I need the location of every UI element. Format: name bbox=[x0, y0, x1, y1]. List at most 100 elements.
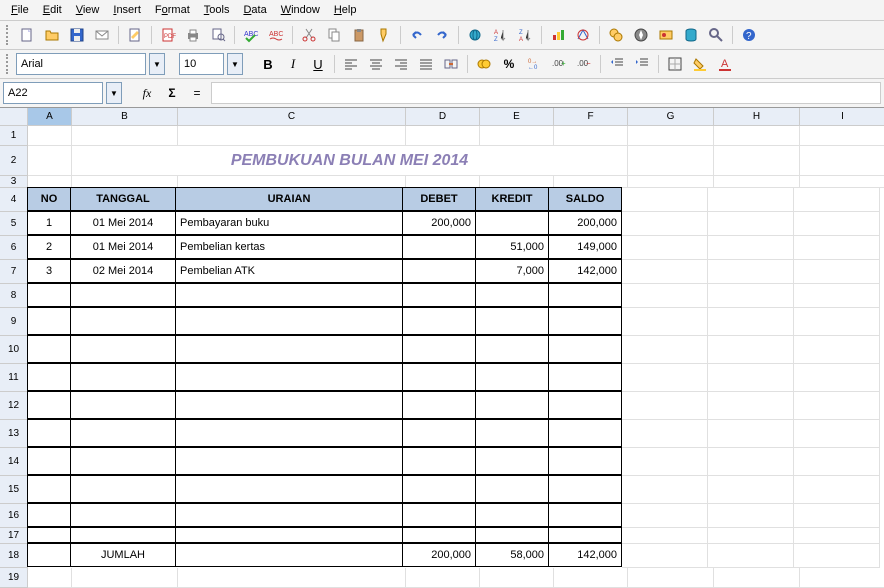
cell[interactable] bbox=[178, 568, 406, 588]
col-header[interactable]: D bbox=[406, 108, 480, 126]
total-label[interactable]: JUMLAH bbox=[70, 543, 176, 567]
number-std-icon[interactable]: 0→←0 bbox=[523, 53, 545, 75]
equals-icon[interactable]: = bbox=[186, 82, 208, 104]
save-icon[interactable] bbox=[66, 24, 88, 46]
font-dropdown-icon[interactable]: ▼ bbox=[149, 53, 165, 75]
remove-decimal-icon[interactable]: .00− bbox=[573, 53, 595, 75]
find-icon[interactable] bbox=[605, 24, 627, 46]
table-cell[interactable] bbox=[70, 475, 176, 503]
cell[interactable] bbox=[800, 176, 884, 188]
print-preview-icon[interactable] bbox=[207, 24, 229, 46]
table-cell[interactable]: 01 Mei 2014 bbox=[70, 211, 176, 235]
cell[interactable] bbox=[714, 176, 800, 188]
cell[interactable] bbox=[622, 476, 708, 504]
cell[interactable] bbox=[794, 420, 880, 448]
col-header[interactable]: C bbox=[178, 108, 406, 126]
col-header[interactable]: B bbox=[72, 108, 178, 126]
table-header[interactable]: URAIAN bbox=[175, 187, 403, 211]
cell[interactable] bbox=[708, 284, 794, 308]
total-debet[interactable]: 200,000 bbox=[402, 543, 476, 567]
table-header[interactable]: NO bbox=[27, 187, 71, 211]
row-header[interactable]: 12 bbox=[0, 392, 27, 420]
row-header[interactable]: 17 bbox=[0, 528, 27, 544]
redo-icon[interactable] bbox=[431, 24, 453, 46]
cell[interactable] bbox=[708, 212, 794, 236]
table-cell[interactable] bbox=[548, 503, 622, 527]
row-header[interactable]: 6 bbox=[0, 236, 27, 260]
toolbar-handle[interactable] bbox=[6, 25, 10, 45]
gallery-icon[interactable] bbox=[655, 24, 677, 46]
row-header[interactable]: 8 bbox=[0, 284, 27, 308]
cell[interactable] bbox=[794, 364, 880, 392]
table-cell[interactable] bbox=[27, 543, 71, 567]
table-cell[interactable] bbox=[70, 363, 176, 391]
format-paintbrush-icon[interactable] bbox=[373, 24, 395, 46]
cell[interactable] bbox=[622, 448, 708, 476]
cell[interactable] bbox=[794, 504, 880, 528]
cell[interactable] bbox=[72, 568, 178, 588]
table-cell[interactable] bbox=[548, 307, 622, 335]
fontcolor-icon[interactable]: A bbox=[714, 53, 736, 75]
table-header[interactable]: DEBET bbox=[402, 187, 476, 211]
row-header[interactable]: 10 bbox=[0, 336, 27, 364]
table-cell[interactable] bbox=[175, 527, 403, 543]
cell[interactable] bbox=[628, 126, 714, 146]
bold-button[interactable]: B bbox=[257, 53, 279, 75]
cell-reference-input[interactable] bbox=[3, 82, 103, 104]
table-cell[interactable] bbox=[27, 475, 71, 503]
row-header[interactable]: 14 bbox=[0, 448, 27, 476]
table-cell[interactable]: 7,000 bbox=[475, 259, 549, 283]
row-header[interactable]: 13 bbox=[0, 420, 27, 448]
table-cell[interactable] bbox=[475, 475, 549, 503]
sort-desc-icon[interactable]: ZA bbox=[514, 24, 536, 46]
cell[interactable] bbox=[708, 448, 794, 476]
decrease-indent-icon[interactable] bbox=[606, 53, 628, 75]
row-header[interactable]: 11 bbox=[0, 364, 27, 392]
cell[interactable] bbox=[794, 528, 880, 544]
help-icon[interactable]: ? bbox=[738, 24, 760, 46]
cell[interactable] bbox=[794, 476, 880, 504]
row-header[interactable]: 19 bbox=[0, 568, 27, 588]
print-icon[interactable] bbox=[182, 24, 204, 46]
cell[interactable] bbox=[622, 504, 708, 528]
table-cell[interactable]: Pembelian ATK bbox=[175, 259, 403, 283]
row-header[interactable]: 9 bbox=[0, 308, 27, 336]
table-cell[interactable] bbox=[402, 419, 476, 447]
table-cell[interactable] bbox=[70, 391, 176, 419]
align-justify-icon[interactable] bbox=[415, 53, 437, 75]
add-decimal-icon[interactable]: .00+ bbox=[548, 53, 570, 75]
cell[interactable] bbox=[714, 126, 800, 146]
cell[interactable] bbox=[28, 568, 72, 588]
table-cell[interactable] bbox=[548, 283, 622, 307]
cell[interactable] bbox=[28, 126, 72, 146]
copy-icon[interactable] bbox=[323, 24, 345, 46]
table-cell[interactable] bbox=[402, 447, 476, 475]
table-cell[interactable] bbox=[548, 391, 622, 419]
table-cell[interactable] bbox=[548, 363, 622, 391]
table-cell[interactable] bbox=[475, 391, 549, 419]
cells-area[interactable]: PEMBUKUAN BULAN MEI 2014 NO TANGGAL URAI… bbox=[28, 126, 884, 588]
menu-file[interactable]: File bbox=[5, 2, 35, 18]
table-cell[interactable]: 142,000 bbox=[548, 259, 622, 283]
table-cell[interactable] bbox=[175, 363, 403, 391]
chart-icon[interactable] bbox=[547, 24, 569, 46]
table-cell[interactable] bbox=[70, 307, 176, 335]
datasources-icon[interactable] bbox=[680, 24, 702, 46]
cell[interactable] bbox=[628, 568, 714, 588]
table-cell[interactable] bbox=[475, 363, 549, 391]
table-cell[interactable] bbox=[27, 419, 71, 447]
table-cell[interactable] bbox=[70, 527, 176, 543]
paste-icon[interactable] bbox=[348, 24, 370, 46]
open-icon[interactable] bbox=[41, 24, 63, 46]
row-header[interactable]: 5 bbox=[0, 212, 27, 236]
table-cell[interactable] bbox=[548, 527, 622, 543]
cell[interactable] bbox=[800, 146, 884, 176]
table-cell[interactable] bbox=[402, 363, 476, 391]
table-header[interactable]: SALDO bbox=[548, 187, 622, 211]
formula-input[interactable] bbox=[211, 82, 881, 104]
cell[interactable] bbox=[480, 126, 554, 146]
table-cell[interactable]: 02 Mei 2014 bbox=[70, 259, 176, 283]
table-cell[interactable] bbox=[475, 335, 549, 363]
export-pdf-icon[interactable]: PDF bbox=[157, 24, 179, 46]
cell[interactable] bbox=[622, 308, 708, 336]
